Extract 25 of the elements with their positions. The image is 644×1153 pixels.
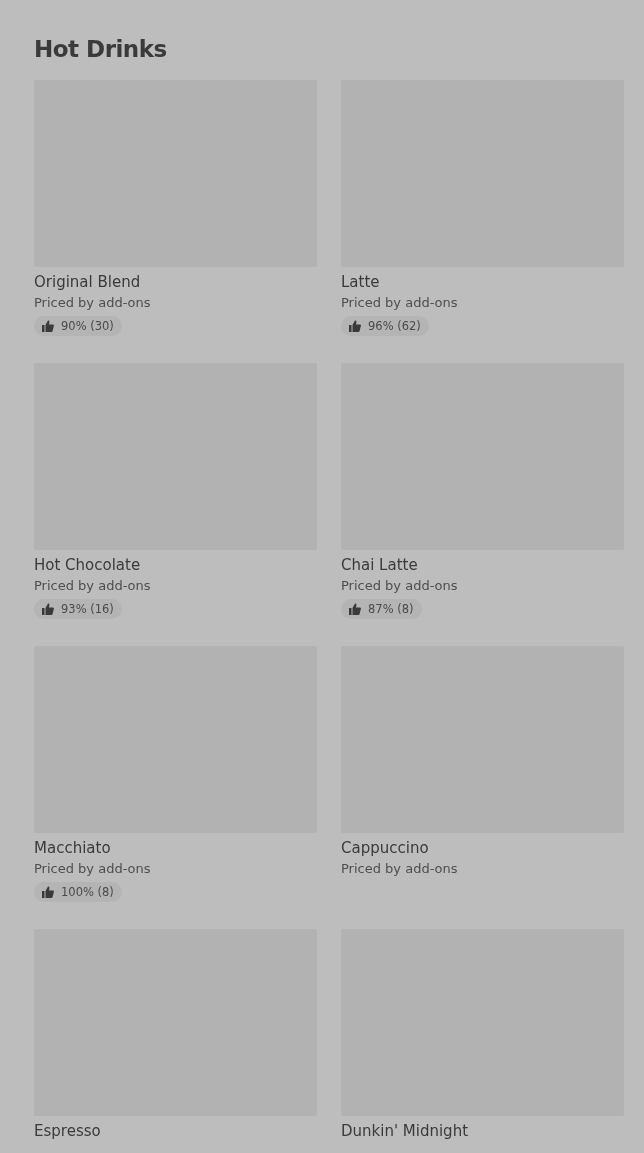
- rating-badge: 93% (16): [34, 599, 122, 619]
- item-name[interactable]: Hot Chocolate: [34, 555, 141, 575]
- rating-badge: 100% (8): [34, 882, 122, 902]
- item-price: Priced by add-ons: [341, 577, 458, 595]
- item-price: Priced by add-ons: [341, 294, 458, 312]
- thumbs-up-icon: [349, 603, 361, 615]
- rating-badge: 96% (62): [341, 316, 429, 336]
- item-name[interactable]: Espresso: [34, 1121, 101, 1141]
- item-price: Priced by add-ons: [34, 860, 151, 878]
- item-name[interactable]: Dunkin' Midnight: [341, 1121, 469, 1141]
- item-name[interactable]: Cappuccino: [341, 838, 429, 858]
- thumbs-up-icon: [42, 886, 54, 898]
- thumbs-up-icon: [42, 603, 54, 615]
- item-price: Priced by add-ons: [34, 294, 151, 312]
- thumbs-up-icon: [42, 320, 54, 332]
- item-price: Priced by add-ons: [34, 577, 151, 595]
- rating-badge: 87% (8): [341, 599, 422, 619]
- item-name[interactable]: Original Blend: [34, 272, 141, 292]
- item-name[interactable]: Macchiato: [34, 838, 111, 858]
- rating-badge: 90% (30): [34, 316, 122, 336]
- section-title: Hot Drinks: [34, 35, 168, 64]
- thumbs-up-icon: [349, 320, 361, 332]
- item-name[interactable]: Latte: [341, 272, 380, 292]
- item-price: Priced by add-ons: [341, 860, 458, 878]
- item-name[interactable]: Chai Latte: [341, 555, 418, 575]
